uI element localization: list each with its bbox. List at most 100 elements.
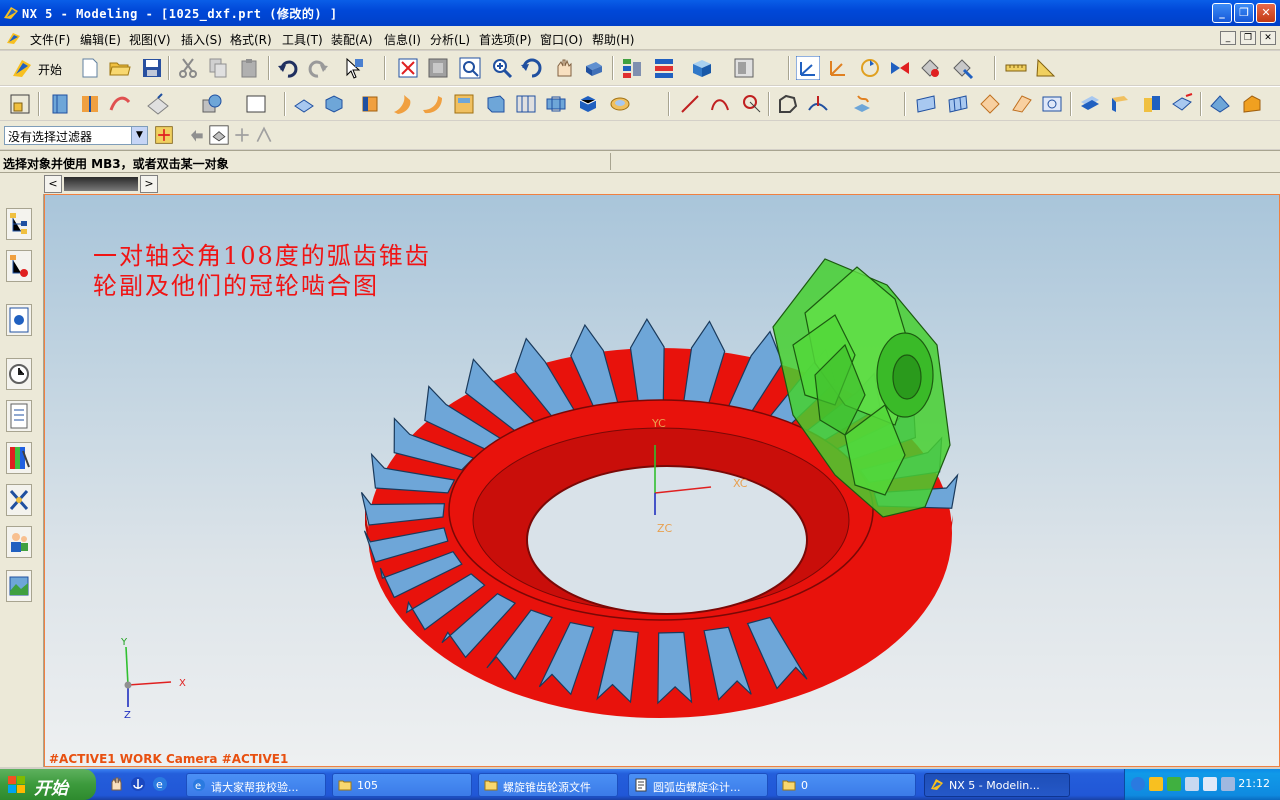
sketch-rectangle-icon[interactable] [244, 92, 268, 116]
graphics-window[interactable]: 一对轴交角108度的弧齿锥齿 轮副及他们的冠轮啮合图 YC XC ZC Y X … [44, 194, 1280, 767]
history-icon[interactable] [6, 358, 32, 390]
doc-close-button[interactable]: ✕ [1260, 31, 1276, 45]
circle-icon[interactable] [740, 92, 764, 116]
pocket-icon[interactable] [514, 92, 538, 116]
through-curve-mesh-icon[interactable] [946, 92, 970, 116]
measure-angle-icon[interactable] [1034, 56, 1058, 80]
quicklaunch-hand-icon[interactable] [108, 776, 124, 792]
palette-icon[interactable] [6, 442, 32, 474]
project-curve-icon[interactable] [850, 92, 874, 116]
tray-volume-icon[interactable] [1203, 777, 1217, 791]
close-button[interactable]: ✕ [1256, 3, 1276, 23]
task-folder-105[interactable]: 105 [332, 773, 472, 797]
thicken-icon[interactable] [1108, 92, 1132, 116]
layer-settings-icon[interactable] [620, 56, 644, 80]
cut-icon[interactable] [176, 56, 200, 80]
system-scenes-icon[interactable] [6, 570, 32, 602]
undo-icon[interactable] [276, 56, 300, 80]
cone-icon[interactable] [390, 92, 414, 116]
menu-format[interactable]: 格式(R) [230, 31, 272, 48]
view-layout-icon[interactable] [732, 56, 756, 80]
task-browser[interactable]: e 请大家帮我校验... [186, 773, 326, 797]
line-icon[interactable] [678, 92, 702, 116]
tray-display-icon[interactable] [1221, 777, 1235, 791]
windows-start-button[interactable]: 开始 [0, 769, 96, 800]
quicklaunch-ie-icon[interactable]: e [152, 776, 168, 792]
copy-icon[interactable] [206, 56, 230, 80]
tab-next-button[interactable]: > [140, 175, 158, 193]
wcs-orient-icon[interactable] [888, 56, 912, 80]
quickpick-icon[interactable] [208, 125, 230, 145]
start-menu-label[interactable]: 开始 [38, 61, 62, 78]
gear-model[interactable]: YC XC ZC Y X Z [45, 195, 1280, 767]
select-chain-icon[interactable] [232, 125, 252, 145]
ruled-surface-icon[interactable] [978, 92, 1002, 116]
minimize-button[interactable]: _ [1212, 3, 1232, 23]
pan-icon[interactable] [552, 56, 576, 80]
menu-preferences[interactable]: 首选项(P) [479, 31, 532, 48]
undo-selection-icon[interactable] [186, 125, 206, 145]
part-navigator-icon[interactable] [6, 304, 32, 336]
zoom-box-icon[interactable] [426, 56, 450, 80]
quicklaunch-anchor-icon[interactable] [130, 776, 146, 792]
tab-prev-button[interactable]: < [44, 175, 62, 193]
nx-app-icon[interactable] [3, 5, 19, 21]
selection-filter-dropdown[interactable]: 没有选择过滤器 ▼ [4, 126, 148, 145]
tray-qq-icon[interactable] [1149, 777, 1163, 791]
task-nx-modeling[interactable]: NX 5 - Modelin... [924, 773, 1070, 797]
menu-edit[interactable]: 编辑(E) [80, 31, 121, 48]
wcs-origin-icon[interactable] [826, 56, 850, 80]
cylinder-icon[interactable] [358, 92, 382, 116]
redo-icon[interactable] [306, 56, 330, 80]
zoom-in-out-icon[interactable] [490, 56, 514, 80]
groove-icon[interactable] [608, 92, 632, 116]
chevron-down-icon[interactable]: ▼ [131, 127, 147, 144]
menu-insert[interactable]: 插入(S) [181, 31, 222, 48]
sphere-icon[interactable] [420, 92, 444, 116]
task-document[interactable]: 圆弧齿螺旋伞计... [628, 773, 768, 797]
boss-icon[interactable] [484, 92, 508, 116]
slot-icon[interactable] [576, 92, 600, 116]
extrude-icon[interactable] [48, 92, 72, 116]
datum-plane-icon[interactable] [146, 92, 170, 116]
sketch-icon[interactable] [8, 92, 32, 116]
menu-help[interactable]: 帮助(H) [592, 31, 634, 48]
task-folder-0[interactable]: 0 [776, 773, 916, 797]
sweep-icon[interactable] [108, 92, 132, 116]
restore-button[interactable]: ❐ [1234, 3, 1254, 23]
menu-information[interactable]: 信息(I) [384, 31, 421, 48]
sew-icon[interactable] [1140, 92, 1164, 116]
menu-view[interactable]: 视图(V) [129, 31, 171, 48]
save-icon[interactable] [140, 56, 164, 80]
revolve-icon[interactable] [78, 92, 102, 116]
assembly-navigator-icon[interactable] [6, 208, 32, 240]
spline-icon[interactable] [776, 92, 800, 116]
menu-tools[interactable]: 工具(T) [282, 31, 323, 48]
roles-icon[interactable] [6, 526, 32, 558]
boolean-unite-icon[interactable] [200, 92, 224, 116]
part-tab[interactable] [64, 177, 138, 191]
edge-blend-icon[interactable] [1240, 92, 1264, 116]
select-object-icon[interactable] [342, 56, 366, 80]
curve-on-surface-icon[interactable] [806, 92, 830, 116]
reuse-library-icon[interactable] [6, 400, 32, 432]
tray-expand-icon[interactable] [1131, 777, 1145, 791]
tray-shield-icon[interactable] [1167, 777, 1181, 791]
bounded-plane-icon[interactable] [1040, 92, 1064, 116]
task-folder-source[interactable]: 螺旋锥齿轮源文件 [478, 773, 618, 797]
measure-distance-icon[interactable] [1004, 56, 1028, 80]
move-layer-icon[interactable] [652, 56, 676, 80]
face-blend-icon[interactable] [1208, 92, 1232, 116]
tray-network-icon[interactable] [1185, 777, 1199, 791]
start-icon[interactable] [10, 56, 34, 80]
trim-body-icon[interactable] [1170, 92, 1194, 116]
orient-view-icon[interactable] [582, 56, 606, 80]
document-menu-icon[interactable] [6, 31, 22, 45]
block-icon[interactable] [322, 92, 346, 116]
snap-point-icon[interactable] [154, 125, 174, 145]
wcs-save-icon[interactable] [918, 56, 942, 80]
arc-icon[interactable] [708, 92, 732, 116]
rotate-icon[interactable] [520, 56, 544, 80]
menu-analysis[interactable]: 分析(L) [430, 31, 470, 48]
menu-file[interactable]: 文件(F) [30, 31, 70, 48]
